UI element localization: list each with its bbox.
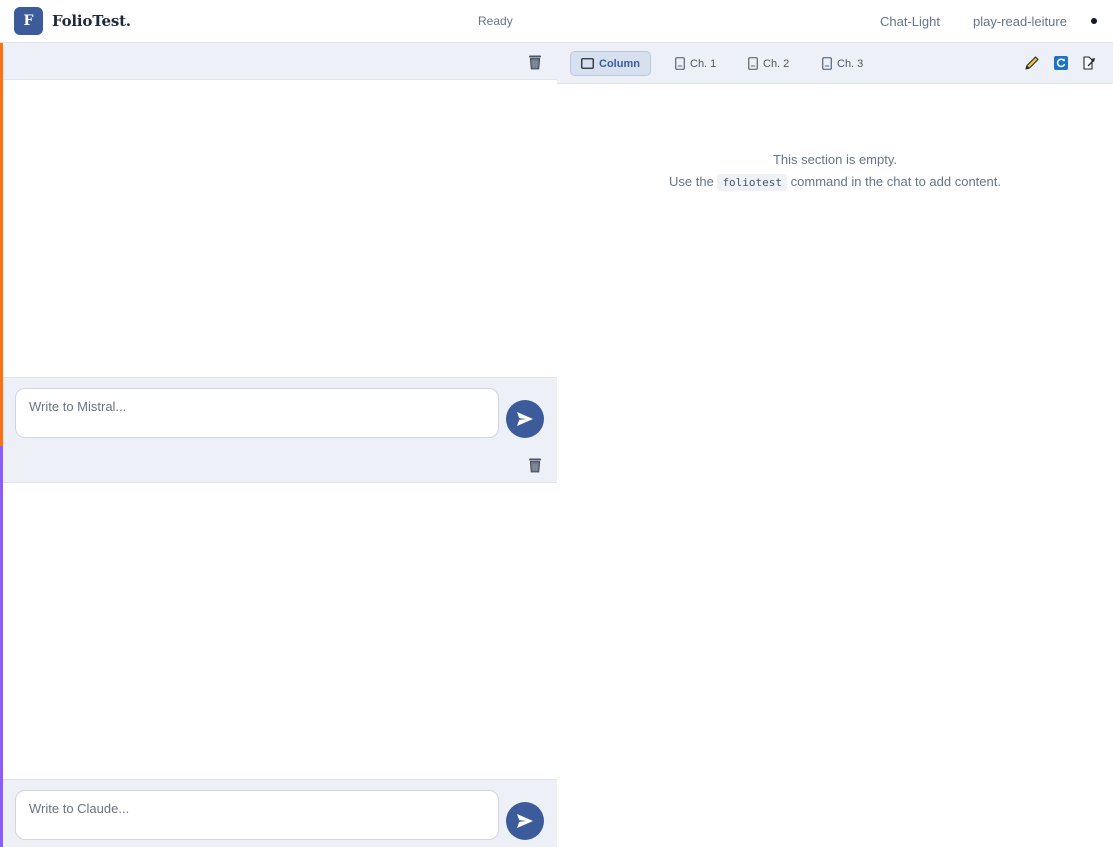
column-icon bbox=[581, 58, 594, 69]
send-button[interactable] bbox=[506, 802, 544, 840]
nav-link-play-read-leiture[interactable]: play-read-leiture bbox=[973, 14, 1067, 29]
tab-label: Column bbox=[599, 57, 640, 70]
trash-icon[interactable] bbox=[528, 54, 542, 70]
chat-pane-header bbox=[3, 446, 557, 483]
chat-messages[interactable] bbox=[3, 483, 557, 779]
empty-state-hint-prefix: Use the bbox=[669, 174, 714, 189]
tab-column[interactable]: Column bbox=[570, 51, 651, 76]
send-icon bbox=[517, 412, 533, 426]
top-bar: F FolioTest. Ready Chat-Light play-read-… bbox=[0, 0, 1113, 43]
chat-pane-mistral bbox=[0, 43, 557, 446]
send-icon bbox=[517, 814, 533, 828]
chat-messages[interactable] bbox=[3, 80, 557, 377]
page-icon bbox=[748, 57, 758, 70]
command-chip: foliotest bbox=[717, 174, 788, 191]
chat-pane-claude bbox=[0, 446, 557, 847]
app-name: FolioTest. bbox=[52, 12, 131, 30]
empty-state-title: This section is empty. bbox=[772, 152, 898, 167]
chat-composer bbox=[3, 779, 557, 847]
empty-state-hint: Use the foliotest command in the chat to… bbox=[557, 174, 1113, 191]
nav-link-chat-light[interactable]: Chat-Light bbox=[880, 14, 940, 29]
document-tabs: Column Ch. 1 Ch. 2 Ch. 3 bbox=[557, 43, 1113, 84]
status-dot bbox=[1091, 18, 1097, 24]
pencil-icon[interactable] bbox=[1024, 55, 1040, 71]
page-icon bbox=[675, 57, 685, 70]
tab-ch-3[interactable]: Ch. 3 bbox=[812, 51, 873, 76]
send-button[interactable] bbox=[506, 400, 544, 438]
tab-label: Ch. 1 bbox=[690, 57, 717, 70]
tab-label: Ch. 3 bbox=[837, 57, 864, 70]
chat-input-claude[interactable] bbox=[15, 790, 499, 840]
refresh-icon[interactable] bbox=[1053, 55, 1069, 71]
export-icon[interactable] bbox=[1080, 55, 1096, 71]
empty-state-hint-suffix: command in the chat to add content. bbox=[790, 174, 1001, 189]
tab-ch-2[interactable]: Ch. 2 bbox=[738, 51, 799, 76]
trash-icon[interactable] bbox=[528, 457, 542, 473]
tab-label: Ch. 2 bbox=[763, 57, 790, 70]
chat-column bbox=[0, 43, 557, 847]
chat-pane-header bbox=[3, 43, 557, 80]
document-panel: Column Ch. 1 Ch. 2 Ch. 3 This section is… bbox=[557, 43, 1113, 847]
status-text: Ready bbox=[478, 14, 513, 28]
tab-ch-1[interactable]: Ch. 1 bbox=[665, 51, 726, 76]
app-logo[interactable]: F bbox=[14, 7, 43, 35]
page-icon bbox=[822, 57, 832, 70]
chat-composer bbox=[3, 377, 557, 446]
chat-input-mistral[interactable] bbox=[15, 388, 499, 438]
